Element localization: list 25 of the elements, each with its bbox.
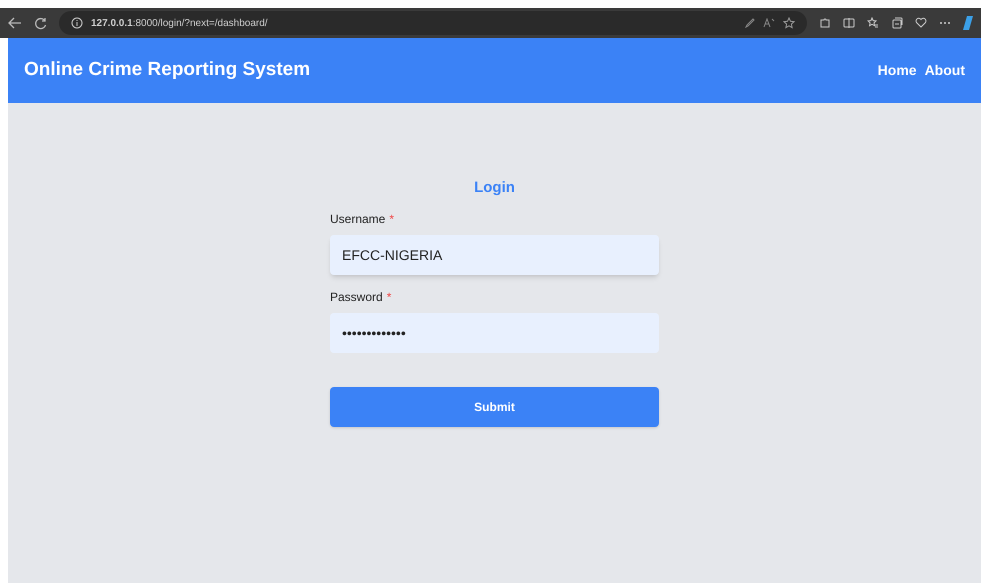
copilot-icon[interactable] xyxy=(963,15,973,31)
more-icon[interactable] xyxy=(939,21,951,25)
form-title: Login xyxy=(473,178,516,198)
address-bar[interactable]: 127.0.0.1:8000/login/?next=/dashboard/ xyxy=(59,11,807,35)
heart-icon[interactable] xyxy=(915,17,927,29)
favorites-icon[interactable] xyxy=(867,17,879,29)
collections-icon[interactable] xyxy=(891,17,903,29)
field-label: Username xyxy=(330,210,386,228)
input-field[interactable]: ••••••••••••• xyxy=(330,312,659,352)
site-title: Online Crime Reporting System xyxy=(24,58,310,82)
nav-link[interactable]: About xyxy=(924,60,965,81)
split-screen-icon[interactable] xyxy=(843,17,855,29)
submit-button[interactable]: Submit xyxy=(330,386,659,426)
nav-link[interactable]: Home xyxy=(878,60,917,81)
star-icon[interactable] xyxy=(783,17,795,29)
required-mark: * xyxy=(389,210,394,228)
pen-icon[interactable] xyxy=(745,18,755,28)
refresh-icon[interactable] xyxy=(34,16,47,30)
url-text: 127.0.0.1:8000/login/?next=/dashboard/ xyxy=(91,16,268,30)
read-aloud-icon[interactable] xyxy=(763,18,775,28)
info-icon[interactable] xyxy=(71,17,83,29)
input-field[interactable]: EFCC-NIGERIA xyxy=(330,234,659,274)
required-mark: * xyxy=(386,288,392,306)
back-icon[interactable] xyxy=(8,17,22,29)
field-label: Password xyxy=(330,288,383,306)
